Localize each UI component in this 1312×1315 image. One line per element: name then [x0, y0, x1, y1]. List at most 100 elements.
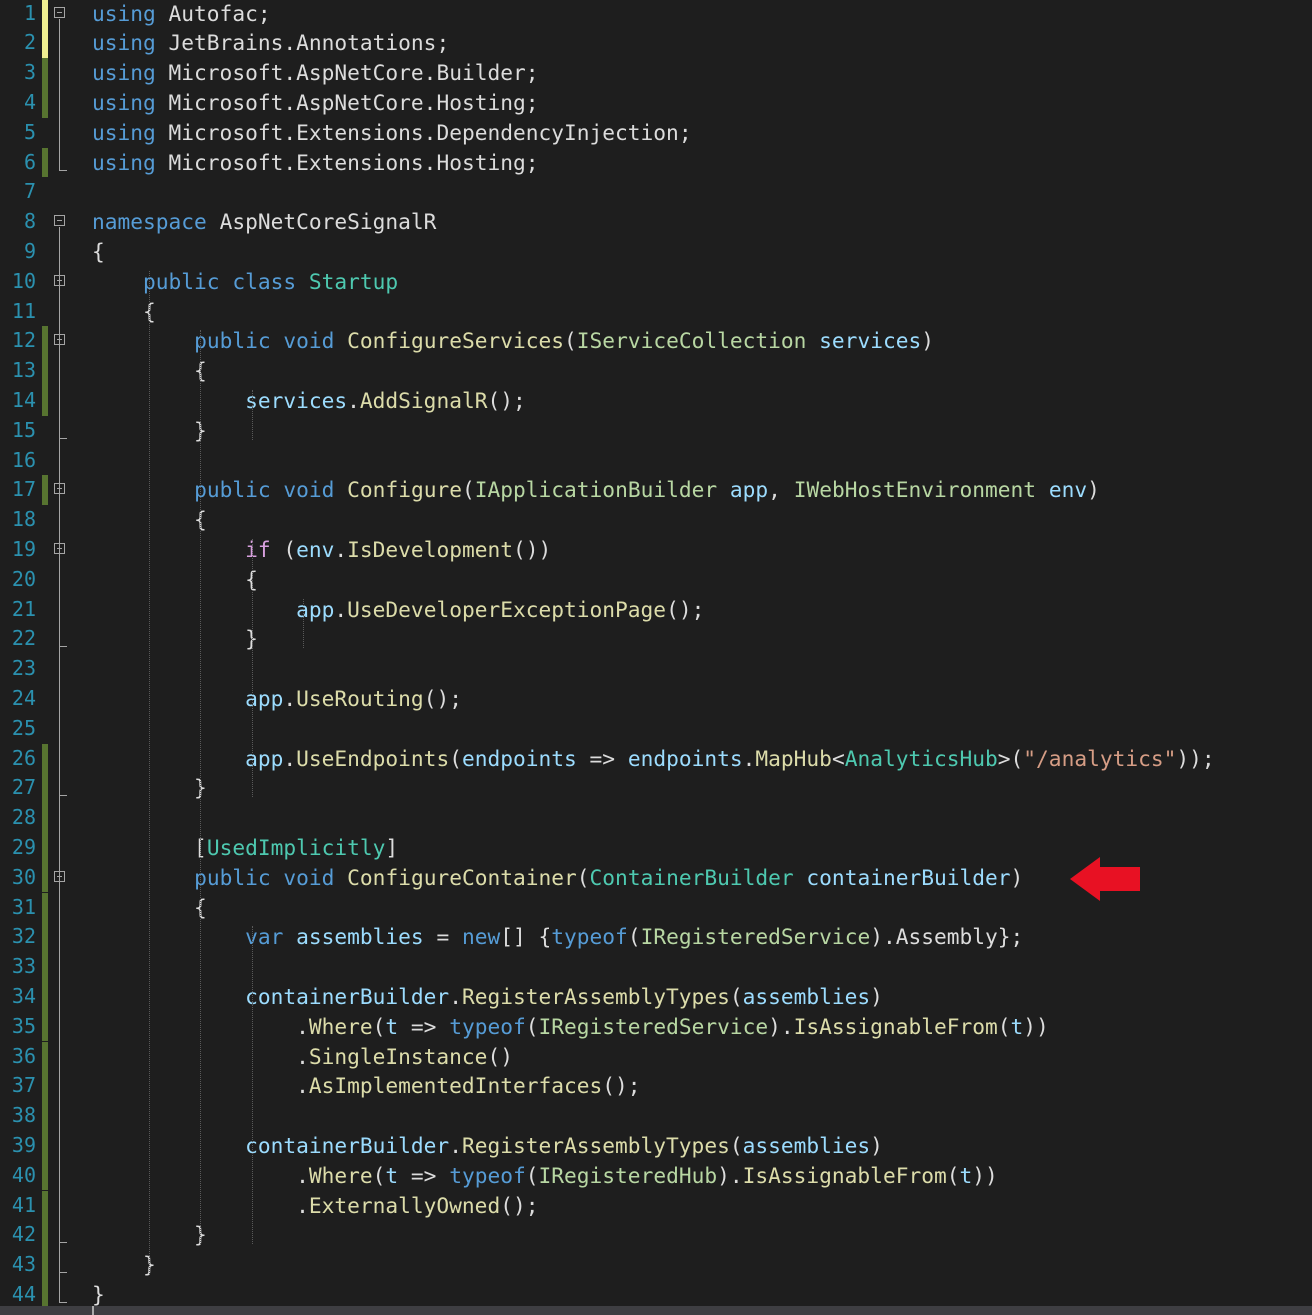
code-line[interactable]: 12 public void ConfigureServices(IServic… [0, 326, 1312, 357]
code-line[interactable]: 5 using Microsoft.Extensions.DependencyIn… [0, 118, 1312, 148]
code-line[interactable]: 16 [0, 446, 1312, 476]
line-number: 1 [23, 0, 36, 25]
line-number: 37 [11, 1073, 36, 1098]
code-token: using [92, 30, 156, 56]
code-text: containerBuilder.RegisterAssemblyTypes(a… [92, 982, 883, 1012]
code-token: ()) [512, 536, 552, 562]
code-token: public [194, 328, 271, 354]
code-token: . [423, 119, 437, 145]
code-token: . [423, 89, 437, 115]
code-line[interactable]: 20 { [0, 565, 1312, 595]
code-token: ; [525, 89, 539, 115]
collapse-icon[interactable] [54, 6, 65, 18]
code-line[interactable]: 10 public class Startup [0, 267, 1312, 297]
code-line[interactable]: 38 [0, 1101, 1312, 1131]
code-line[interactable]: 40 .Where(t => typeof(IRegisteredHub).Is… [0, 1160, 1312, 1191]
code-line[interactable]: 24 app.UseRouting(); [0, 684, 1312, 714]
code-line[interactable]: 15 } [0, 416, 1312, 446]
code-token: containerBuilder [245, 1132, 450, 1158]
code-token: using [92, 60, 156, 86]
indent-guide [251, 926, 253, 1245]
code-line[interactable]: 3 using Microsoft.AspNetCore.Builder; [0, 58, 1312, 88]
code-token: public [194, 864, 271, 890]
code-token: Extensions [296, 119, 424, 145]
code-token: (); [500, 1192, 539, 1218]
change-marker [42, 1071, 48, 1102]
code-token: . [449, 1132, 462, 1158]
cursor-caret [92, 1306, 94, 1315]
code-token: Microsoft [155, 89, 284, 115]
red-left-arrow-icon [1070, 857, 1140, 901]
code-token: ( [372, 1013, 386, 1039]
line-number: 7 [23, 179, 36, 204]
code-token: . [742, 745, 756, 771]
code-line[interactable]: 4 using Microsoft.AspNetCore.Hosting; [0, 87, 1312, 118]
horizontal-scrollbar[interactable] [0, 1306, 1312, 1315]
code-line[interactable]: 2 using JetBrains.Annotations; [0, 28, 1312, 59]
code-token: IRegisteredService [538, 1013, 769, 1039]
code-token: ( [525, 1162, 539, 1188]
change-marker [42, 28, 48, 59]
code-line[interactable]: 1 using Autofac; [0, 0, 1312, 29]
code-line[interactable]: 13 { [0, 356, 1312, 386]
code-line[interactable]: 33 [0, 952, 1312, 982]
code-line[interactable]: 39 containerBuilder.RegisterAssemblyType… [0, 1130, 1312, 1161]
code-line[interactable]: 14 services.AddSignalR(); [0, 385, 1312, 416]
code-line[interactable]: 11 { [0, 297, 1312, 327]
line-number: 24 [11, 685, 36, 710]
code-line[interactable]: 35 .Where(t => typeof(IRegisteredService… [0, 1011, 1312, 1042]
line-number: 21 [11, 596, 36, 621]
code-token: services [819, 328, 922, 354]
collapse-icon[interactable] [54, 215, 65, 227]
code-token: Builder [436, 60, 526, 86]
code-line[interactable]: 21 app.UseDeveloperExceptionPage(); [0, 595, 1312, 625]
code-line[interactable]: 43 } [0, 1250, 1312, 1280]
code-line[interactable]: 28 [0, 803, 1312, 833]
code-token: Startup [308, 268, 399, 294]
fold-outline-end [59, 437, 67, 439]
code-token: (); [423, 685, 462, 711]
code-token: . [283, 149, 297, 175]
code-line[interactable]: 23 [0, 654, 1312, 684]
code-line[interactable]: 17 public void Configure(IApplicationBui… [0, 475, 1312, 506]
change-marker [42, 1041, 48, 1072]
code-token: ( [449, 745, 462, 771]
line-number: 2 [23, 30, 36, 55]
code-token: Where [308, 1013, 373, 1039]
code-line[interactable]: 19 if (env.IsDevelopment()) [0, 535, 1312, 565]
code-line[interactable]: 26 app.UseEndpoints(endpoints => endpoin… [0, 743, 1312, 774]
code-token: IsAssignableFrom [742, 1162, 947, 1188]
line-number: 19 [11, 536, 36, 561]
code-line[interactable]: 37 .AsImplementedInterfaces(); [0, 1071, 1312, 1102]
code-token: [] { [500, 924, 552, 950]
code-line[interactable]: 18 { [0, 505, 1312, 535]
code-line[interactable]: 25 [0, 714, 1312, 744]
line-number: 35 [11, 1013, 36, 1038]
code-token: new [461, 924, 501, 950]
code-line[interactable]: 6 using Microsoft.Extensions.Hosting; [0, 147, 1312, 178]
code-text: var assemblies = new[] {typeof(IRegister… [92, 922, 1023, 952]
code-token: IRegisteredService [640, 924, 871, 950]
code-line[interactable]: 41 .ExternallyOwned(); [0, 1190, 1312, 1221]
code-line[interactable]: 42 } [0, 1220, 1312, 1251]
code-token: ( [627, 924, 641, 950]
code-token: . [283, 60, 297, 86]
code-line[interactable]: 8 namespace AspNetCoreSignalR [0, 207, 1312, 237]
code-line[interactable]: 7 [0, 177, 1312, 207]
code-token: , [768, 477, 794, 503]
code-line[interactable]: 36 .SingleInstance() [0, 1041, 1312, 1072]
code-line[interactable]: 9{ [0, 237, 1312, 267]
code-line[interactable]: 27 } [0, 773, 1312, 804]
code-line[interactable]: 32 var assemblies = new[] {typeof(IRegis… [0, 922, 1312, 953]
code-token: => [398, 1013, 450, 1039]
change-marker [42, 1250, 48, 1280]
change-marker [42, 87, 48, 118]
code-token: } [92, 1281, 105, 1307]
code-token: ; [525, 60, 539, 86]
code-line[interactable]: 22 } [0, 624, 1312, 654]
code-line[interactable]: 34 containerBuilder.RegisterAssemblyType… [0, 981, 1312, 1012]
code-text: app.UseDeveloperExceptionPage(); [92, 595, 704, 625]
code-editor[interactable]: 1 using Autofac; 2 using JetBrains.Annotati… [0, 0, 1312, 1315]
